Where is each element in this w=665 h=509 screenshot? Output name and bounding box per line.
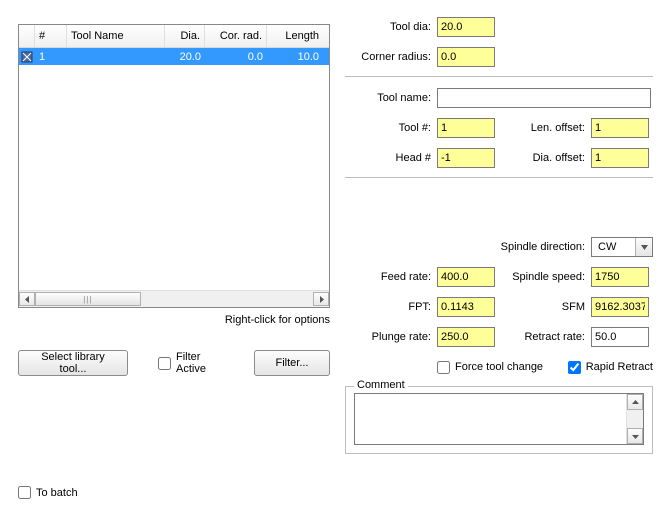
spindle-speed-field[interactable] [591,267,649,287]
rapid-retract-label: Rapid Retract [586,361,653,373]
scroll-right-button[interactable] [313,292,329,306]
scroll-down-button[interactable] [627,428,643,444]
plunge-rate-label: Plunge rate: [345,331,437,343]
comment-group: Comment [345,386,653,454]
table-row[interactable]: 1 20.0 0.0 10.0 [19,48,329,65]
spindle-speed-label: Spindle speed: [495,271,591,283]
context-hint: Right-click for options [18,314,330,326]
fpt-label: FPT: [345,301,437,313]
divider [345,177,653,178]
cell-len: 10.0 [267,48,323,65]
filter-active-input[interactable] [158,357,171,370]
table-empty-area[interactable] [19,65,329,290]
retract-rate-label: Retract rate: [495,331,591,343]
col-crad[interactable]: Cor. rad. [205,25,267,47]
cell-name [67,48,165,65]
head-num-field[interactable] [437,148,495,168]
len-offset-field[interactable] [591,118,649,138]
col-dia[interactable]: Dia. [165,25,205,47]
tool-table[interactable]: # Tool Name Dia. Cor. rad. Length 1 20.0… [18,24,330,308]
col-len[interactable]: Length [267,25,323,47]
tool-dia-label: Tool dia: [345,21,437,33]
horizontal-scrollbar[interactable]: ||| [19,290,329,307]
tool-name-field[interactable] [437,88,651,108]
scroll-up-button[interactable] [627,394,643,410]
to-batch-label: To batch [36,487,78,499]
rapid-retract-checkbox[interactable]: Rapid Retract [568,361,653,374]
force-tool-change-checkbox[interactable]: Force tool change [437,361,543,374]
sfm-field[interactable] [591,297,649,317]
scroll-thumb[interactable]: ||| [35,292,141,306]
retract-rate-field[interactable] [591,327,649,347]
tool-icon [19,51,35,63]
plunge-rate-field[interactable] [437,327,495,347]
corner-radius-label: Corner radius: [345,51,437,63]
cell-crad: 0.0 [205,48,267,65]
tool-dia-field[interactable] [437,17,495,37]
col-toolname[interactable]: Tool Name [67,25,165,47]
head-num-label: Head # [345,152,437,164]
scroll-left-button[interactable] [19,292,35,306]
comment-legend: Comment [354,379,408,391]
comment-field[interactable] [355,394,627,444]
cell-num: 1 [35,48,67,65]
spindle-dir-label: Spindle direction: [501,241,591,253]
spindle-dir-select[interactable]: CW [591,237,653,257]
vertical-scrollbar[interactable] [626,394,643,444]
dia-offset-label: Dia. offset: [495,152,591,164]
chevron-down-icon [635,238,652,256]
filter-button[interactable]: Filter... [254,350,330,376]
feed-rate-field[interactable] [437,267,495,287]
to-batch-checkbox[interactable]: To batch [18,486,78,499]
cell-dia: 20.0 [165,48,205,65]
to-batch-input[interactable] [18,486,31,499]
tool-num-label: Tool #: [345,122,437,134]
corner-radius-field[interactable] [437,47,495,67]
col-num[interactable]: # [35,25,67,47]
sfm-label: SFM [495,301,591,313]
rapid-retract-input[interactable] [568,361,581,374]
filter-active-label: Filter Active [176,351,224,375]
tool-name-label: Tool name: [345,92,437,104]
divider [345,76,653,77]
force-tool-change-input[interactable] [437,361,450,374]
spindle-dir-value: CW [592,241,635,253]
dia-offset-field[interactable] [591,148,649,168]
table-header: # Tool Name Dia. Cor. rad. Length [19,25,329,48]
fpt-field[interactable] [437,297,495,317]
filter-active-checkbox[interactable]: Filter Active [158,351,224,375]
tool-num-field[interactable] [437,118,495,138]
select-library-tool-button[interactable]: Select library tool... [18,350,128,376]
len-offset-label: Len. offset: [495,122,591,134]
force-tool-change-label: Force tool change [455,361,543,373]
feed-rate-label: Feed rate: [345,271,437,283]
